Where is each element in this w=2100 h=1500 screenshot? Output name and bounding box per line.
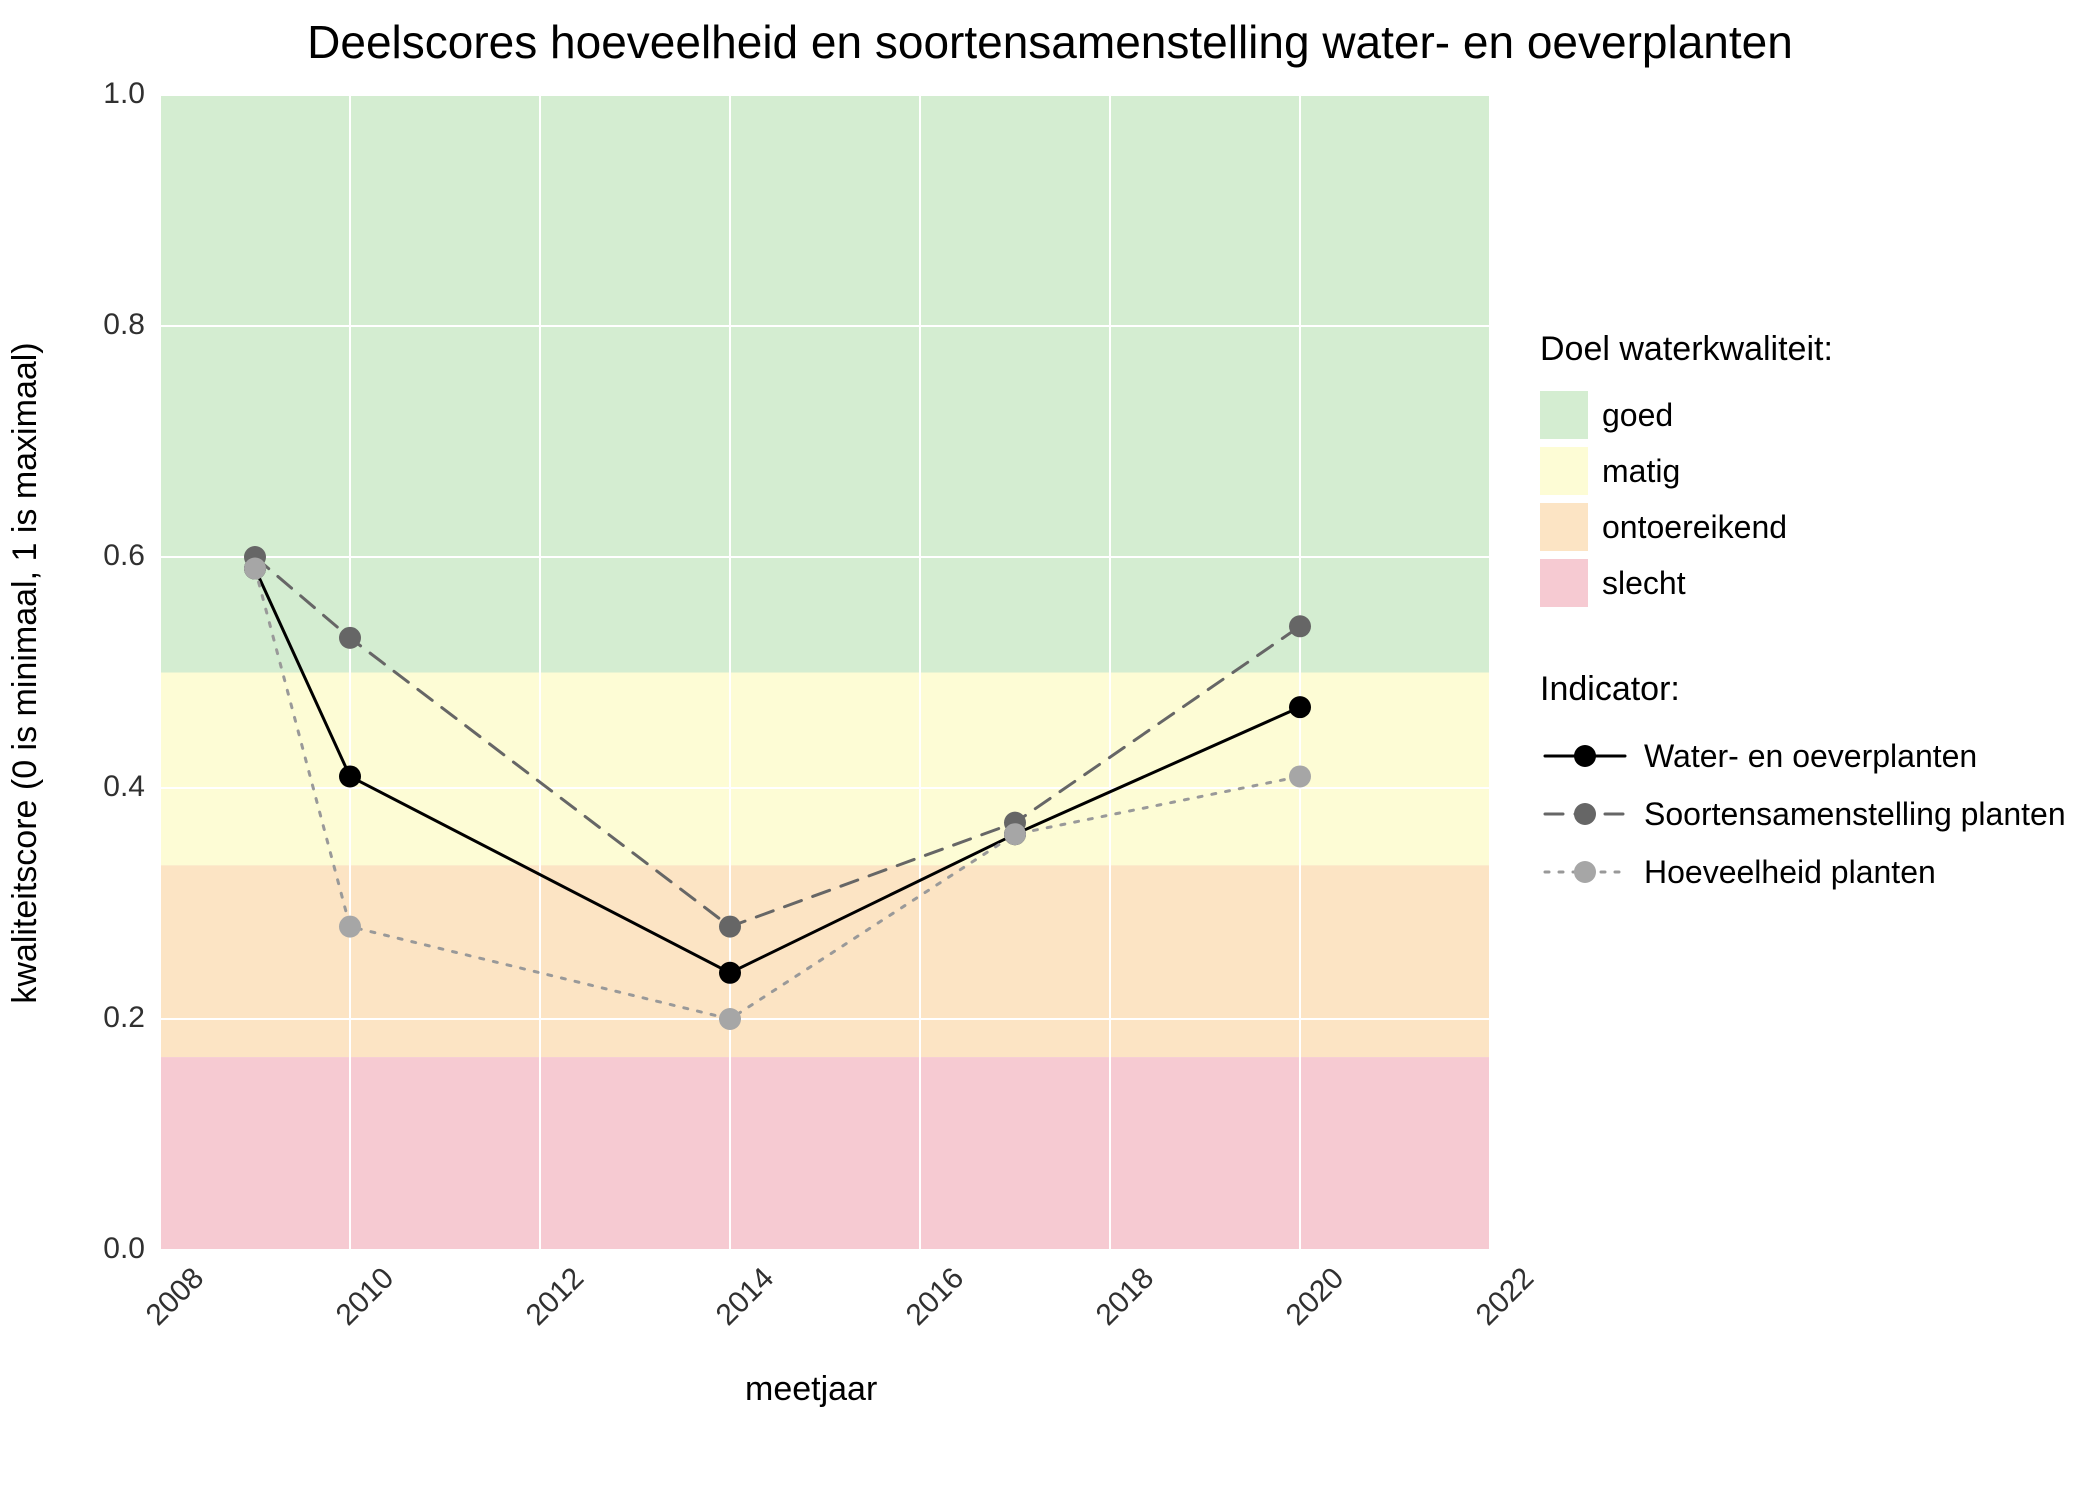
legend-series-title: Indicator: xyxy=(1540,670,2066,709)
legend-swatch xyxy=(1540,503,1588,551)
x-tick-label: 2012 xyxy=(520,1261,591,1332)
legend-bands-title: Doel waterkwaliteit: xyxy=(1540,330,2066,369)
legend-band-label: ontoereikend xyxy=(1602,509,1787,546)
legend-band-label: slecht xyxy=(1602,565,1686,602)
legend-band-label: matig xyxy=(1602,453,1680,490)
legend-line-sample xyxy=(1540,789,1630,839)
chart-legend: Doel waterkwaliteit: goed matig ontoereike… xyxy=(1540,330,2066,905)
legend-swatch xyxy=(1540,447,1588,495)
x-axis-label: meetjaar xyxy=(745,1370,877,1409)
legend-swatch xyxy=(1540,559,1588,607)
legend-bands-list: goed matig ontoereikend slecht xyxy=(1540,391,2066,607)
y-tick-label: 0.6 xyxy=(90,539,145,573)
legend-line-sample xyxy=(1540,847,1630,897)
x-tick-label: 2020 xyxy=(1280,1261,1351,1332)
legend-series-label: Water- en oeverplanten xyxy=(1644,738,1977,775)
x-tick-label: 2008 xyxy=(140,1261,211,1332)
y-tick-label: 0.8 xyxy=(90,308,145,342)
legend-band-item: matig xyxy=(1540,447,2066,495)
chart-container: Deelscores hoeveelheid en soortensamenst… xyxy=(0,0,2100,1500)
legend-swatch xyxy=(1540,391,1588,439)
chart-title: Deelscores hoeveelheid en soortensamenst… xyxy=(0,15,2100,69)
y-tick-label: 0.0 xyxy=(90,1232,145,1266)
legend-series-label: Soortensamenstelling planten xyxy=(1644,796,2066,833)
legend-band-item: ontoereikend xyxy=(1540,503,2066,551)
y-axis-label: kwaliteitscore (0 is minimaal, 1 is maxi… xyxy=(6,342,45,1003)
legend-band-item: goed xyxy=(1540,391,2066,439)
legend-series-list: Water- en oeverplanten Soortensamenstelli… xyxy=(1540,731,2066,897)
legend-series-item: Hoeveelheid planten xyxy=(1540,847,2066,897)
legend-series-item: Water- en oeverplanten xyxy=(1540,731,2066,781)
x-tick-label: 2018 xyxy=(1090,1261,1161,1332)
x-tick-label: 2016 xyxy=(900,1261,971,1332)
legend-band-label: goed xyxy=(1602,397,1673,434)
x-tick-label: 2022 xyxy=(1470,1261,1541,1332)
legend-line-sample xyxy=(1540,731,1630,781)
y-tick-label: 1.0 xyxy=(90,77,145,111)
x-tick-label: 2014 xyxy=(710,1261,781,1332)
legend-band-item: slecht xyxy=(1540,559,2066,607)
y-tick-label: 0.2 xyxy=(90,1001,145,1035)
legend-series-label: Hoeveelheid planten xyxy=(1644,854,1936,891)
x-tick-label: 2010 xyxy=(330,1261,401,1332)
y-tick-label: 0.4 xyxy=(90,770,145,804)
legend-series-item: Soortensamenstelling planten xyxy=(1540,789,2066,839)
plot-area xyxy=(160,95,1490,1250)
